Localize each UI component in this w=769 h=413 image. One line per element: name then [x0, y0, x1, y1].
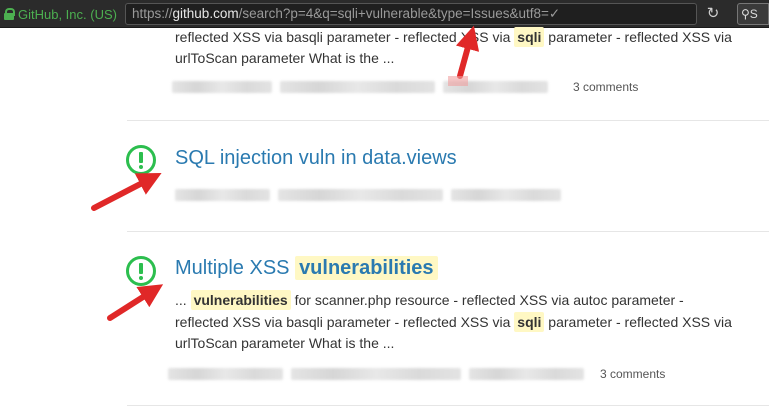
- arrow-to-xss-issue: [107, 284, 164, 321]
- snippet-text: for scanner.php resource - reflected XSS…: [294, 292, 684, 308]
- reload-icon: ↻: [706, 5, 720, 22]
- redacted-text: [172, 81, 272, 93]
- browser-toolbar: GitHub, Inc. (US) https://github.com/sea…: [0, 0, 769, 28]
- url-path: /search?p=4&q=sqli+vulnerable&type=Issue…: [238, 6, 561, 21]
- result-meta: [175, 189, 569, 201]
- site-identity-label: GitHub, Inc. (US): [18, 6, 117, 22]
- snippet-text: reflected XSS via basqli parameter - ref…: [175, 314, 511, 330]
- redacted-text: [443, 81, 548, 93]
- comments-link[interactable]: 3 comments: [600, 367, 665, 381]
- address-bar[interactable]: https://github.com/search?p=4&q=sqli+vul…: [125, 3, 697, 25]
- search-ext-label: S: [749, 7, 758, 21]
- site-identity[interactable]: GitHub, Inc. (US): [0, 3, 125, 25]
- snippet-text: parameter - reflected XSS via: [548, 314, 732, 330]
- redacted-text: [175, 189, 270, 201]
- redacted-text: [278, 189, 443, 201]
- snippet-text: ...: [175, 292, 187, 308]
- issue-open-icon: [126, 256, 156, 286]
- snippet-text: urlToScan parameter What is the ...: [175, 50, 395, 66]
- redacted-text: [168, 368, 283, 380]
- search-highlight: sqli: [514, 27, 545, 47]
- issue-title-link[interactable]: SQL injection vuln in data.views: [175, 147, 457, 170]
- arrow-to-sql-injection-issue: [91, 173, 162, 211]
- redacted-text: [469, 368, 584, 380]
- issue-title-text: Multiple XSS: [175, 257, 290, 279]
- lock-icon: [4, 8, 15, 20]
- search-highlight: vulnerabilities: [190, 290, 291, 310]
- divider: [127, 405, 769, 406]
- snippet-text: parameter - reflected XSS via: [548, 29, 732, 45]
- divider: [127, 120, 769, 121]
- url-host: github.com: [172, 6, 239, 21]
- redacted-text: [291, 368, 461, 380]
- search-highlight: vulnerabilities: [295, 256, 438, 280]
- snippet-text: urlToScan parameter What is the ...: [175, 335, 395, 351]
- result-snippet: ... vulnerabilities for scanner.php reso…: [175, 290, 765, 354]
- issue-open-icon: [126, 145, 156, 175]
- divider: [127, 231, 769, 232]
- redacted-text: [280, 81, 435, 93]
- result-meta: [172, 81, 556, 93]
- snippet-text: reflected XSS via basqli parameter - ref…: [175, 29, 511, 45]
- reload-button[interactable]: ↻: [700, 4, 726, 24]
- redacted-text: [451, 189, 561, 201]
- search-extension-button[interactable]: ⚲S: [737, 3, 769, 25]
- comments-link[interactable]: 3 comments: [573, 80, 638, 94]
- result-meta: [168, 368, 592, 380]
- url-prefix: https://: [132, 6, 173, 21]
- search-highlight: sqli: [514, 312, 545, 332]
- issue-title-link[interactable]: Multiple XSS vulnerabilities: [175, 256, 438, 280]
- result-snippet: reflected XSS via basqli parameter - ref…: [175, 27, 765, 69]
